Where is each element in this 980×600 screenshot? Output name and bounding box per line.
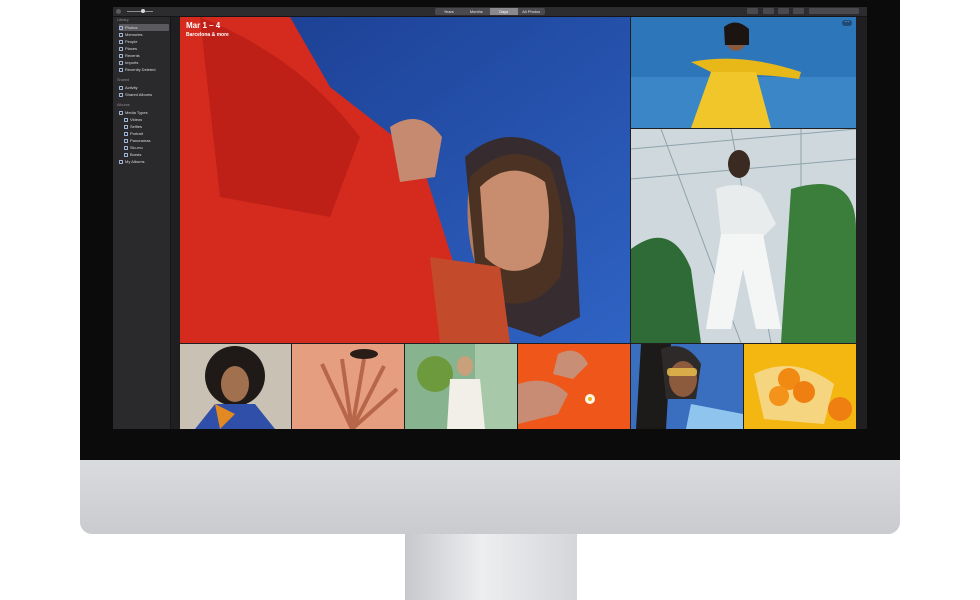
sidebar-item-shared-albums[interactable]: Shared Albums [119,91,169,98]
photo-shadow-eye-closeup[interactable] [292,344,404,429]
bursts-icon [124,152,128,157]
photo-greenhouse-white-outfit[interactable] [631,129,856,343]
more-options-button[interactable]: ··· [842,20,852,26]
sidebar-item-places[interactable]: Places [119,45,169,52]
sidebar: Library Photos Memories People Places Re… [113,17,171,429]
sidebar-item-imports[interactable]: Imports [119,59,169,66]
sidebar-item-panoramas[interactable]: Panoramas [124,137,174,144]
photo-woman-with-plant[interactable] [405,344,517,429]
sidebar-item-selfies[interactable]: Selfies [124,123,174,130]
zoom-slider[interactable] [127,11,153,12]
info-button[interactable] [747,8,758,14]
tab-days[interactable]: Days [490,8,518,15]
sidebar-item-bursts[interactable]: Bursts [124,151,174,158]
selfie-icon [124,124,128,129]
photo-grid: Mar 1 – 4 Barcelona & more ··· [180,17,866,429]
trash-icon [119,67,123,72]
tab-years[interactable]: Years [435,8,463,15]
sidebar-albums-header: Albums [117,103,130,107]
imac-stand [405,534,577,600]
photos-icon [119,25,123,30]
photos-app-window: Years Months Days All Photos Library Pho… [113,7,867,429]
tab-months[interactable]: Months [463,8,491,15]
sidebar-item-recently-deleted[interactable]: Recently Deleted [119,66,169,73]
photo-hands-on-orange[interactable] [518,344,630,429]
places-icon [119,46,123,51]
memories-icon [119,32,123,37]
photo-curly-hair-portrait[interactable] [180,344,291,429]
moment-title: Mar 1 – 4 [186,21,221,30]
rotate-button[interactable] [793,8,804,14]
photo-oranges-in-net-bag[interactable] [744,344,856,429]
portrait-icon [124,131,128,136]
imac-chin [80,460,900,534]
sidebar-item-videos[interactable]: Videos [124,116,174,123]
zoom-slider-knob[interactable] [141,9,145,13]
photo-hero-red-sweater[interactable]: Mar 1 – 4 Barcelona & more [180,17,630,343]
sidebar-shared-header: Shared [117,78,130,82]
slo-mo-icon [124,145,128,150]
share-button[interactable] [763,8,774,14]
moment-subtitle: Barcelona & more [186,32,229,38]
sidebar-item-memories[interactable]: Memories [119,31,169,38]
sidebar-item-activity[interactable]: Activity [119,84,169,91]
imports-icon [119,60,123,65]
video-icon [124,117,128,122]
favorite-button[interactable] [778,8,789,14]
close-window-button[interactable] [116,9,121,14]
sidebar-item-portrait[interactable]: Portrait [124,130,174,137]
album-icon [119,159,123,164]
photo-sunglasses-portrait[interactable] [631,344,743,429]
people-icon [119,39,123,44]
sidebar-item-media-types[interactable]: Media Types [119,109,169,116]
photo-yellow-dress[interactable]: ··· [631,17,856,128]
sidebar-item-photos[interactable]: Photos [119,24,169,31]
toolbar: Years Months Days All Photos [113,7,867,17]
sidebar-library-header: Library [117,18,129,22]
tab-all-photos[interactable]: All Photos [518,8,546,15]
shared-albums-icon [119,92,123,97]
activity-icon [119,85,123,90]
sidebar-item-recents[interactable]: Recents [119,52,169,59]
view-segmented-control: Years Months Days All Photos [435,8,545,15]
panorama-icon [124,138,128,143]
sidebar-item-people[interactable]: People [119,38,169,45]
media-types-icon [119,110,123,115]
sidebar-item-slo-mo[interactable]: Slo-mo [124,144,174,151]
search-input[interactable] [809,8,859,14]
sidebar-item-my-albums[interactable]: My Albums [119,158,169,165]
recents-icon [119,53,123,58]
